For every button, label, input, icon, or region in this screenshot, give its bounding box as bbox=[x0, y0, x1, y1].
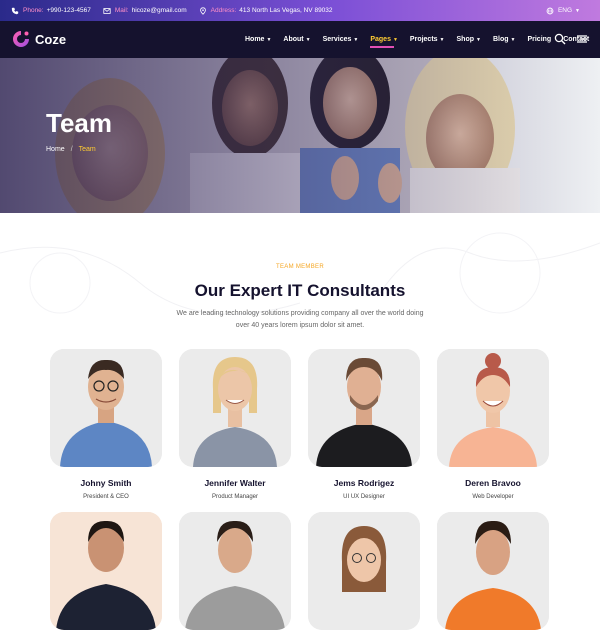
breadcrumb-current: Team bbox=[78, 146, 96, 153]
address-info: Address: 413 North Las Vegas, NV 89032 bbox=[199, 6, 333, 15]
chevron-down-icon: ▼ bbox=[476, 36, 481, 43]
phone-icon bbox=[11, 7, 19, 14]
header-actions bbox=[544, 33, 588, 45]
language-value: ENG bbox=[557, 7, 573, 14]
search-icon[interactable] bbox=[554, 33, 566, 45]
nav-about-label: About bbox=[283, 36, 304, 43]
team-member-photo bbox=[308, 349, 420, 467]
nav-projects-label: Projects bbox=[409, 36, 438, 43]
logo-mark-icon bbox=[13, 31, 29, 47]
team-photo[interactable] bbox=[437, 512, 549, 630]
team-photo[interactable] bbox=[308, 349, 420, 467]
chevron-down-icon: ▼ bbox=[575, 7, 580, 14]
team-photo[interactable] bbox=[179, 512, 291, 630]
chevron-down-icon: ▼ bbox=[392, 36, 398, 43]
mail-label: Mail: bbox=[114, 7, 129, 14]
nav-services[interactable]: Services ▼ bbox=[323, 36, 359, 43]
nav-pages[interactable]: Pages ▼ bbox=[370, 36, 398, 48]
chevron-down-icon: ▼ bbox=[439, 36, 445, 43]
logo-text: Coze bbox=[35, 31, 67, 47]
nav-about[interactable]: About ▼ bbox=[283, 36, 310, 43]
team-member-role: UI UX Designer bbox=[343, 494, 385, 500]
site-logo[interactable]: Coze bbox=[11, 29, 66, 49]
team-member-role: President & CEO bbox=[83, 494, 129, 500]
team-photo[interactable] bbox=[437, 349, 549, 467]
phone-label: Phone: bbox=[23, 7, 44, 14]
menu-icon[interactable] bbox=[576, 33, 588, 45]
team-member-name[interactable]: Johny Smith bbox=[50, 478, 162, 488]
main-header: Coze Home ▼ About ▼ Services ▼ Pages ▼ Proje… bbox=[0, 21, 600, 58]
team-member-role: Web Developer bbox=[472, 494, 514, 500]
section-tag: TEAM MEMBER bbox=[276, 264, 324, 270]
mail-icon bbox=[103, 7, 111, 14]
phone-info[interactable]: Phone: +990-123-4567 bbox=[11, 7, 91, 15]
chevron-down-icon: ▼ bbox=[305, 36, 311, 43]
team-member-photo bbox=[50, 512, 162, 630]
team-member-name[interactable]: Jems Rodrigez bbox=[308, 478, 420, 488]
team-member-photo bbox=[179, 349, 291, 467]
team-member-photo bbox=[437, 512, 549, 630]
breadcrumb-separator: / bbox=[70, 146, 73, 153]
top-info-bar: Phone: +990-123-4567 Mail: hicoze@gmail.… bbox=[0, 0, 600, 21]
chevron-down-icon: ▼ bbox=[510, 36, 516, 43]
mail-info[interactable]: Mail: hicoze@gmail.com bbox=[103, 7, 187, 15]
phone-value: +990-123-4567 bbox=[46, 7, 91, 14]
location-pin-icon bbox=[199, 6, 206, 15]
breadcrumb-home[interactable]: Home bbox=[46, 146, 65, 153]
nav-shop-label: Shop bbox=[456, 36, 475, 43]
nav-shop[interactable]: Shop ▼ bbox=[457, 36, 481, 43]
nav-projects[interactable]: Projects ▼ bbox=[410, 36, 445, 43]
team-photo[interactable] bbox=[179, 349, 291, 467]
nav-services-label: Services bbox=[322, 36, 352, 43]
nav-home-label: Home bbox=[245, 36, 265, 43]
nav-blog-label: Blog bbox=[492, 36, 509, 43]
team-member-photo bbox=[308, 512, 420, 630]
section-title: Our Expert IT Consultants bbox=[194, 281, 406, 300]
team-member-photo bbox=[437, 349, 549, 467]
address-label: Address: bbox=[210, 7, 237, 14]
page-title: Team bbox=[46, 108, 112, 138]
team-photo[interactable] bbox=[50, 349, 162, 467]
team-photo[interactable] bbox=[308, 512, 420, 630]
globe-icon bbox=[546, 7, 554, 14]
nav-pages-label: Pages bbox=[370, 36, 391, 43]
section-description: We are leading technology solutions prov… bbox=[176, 310, 424, 329]
breadcrumb: Home / Team bbox=[46, 146, 96, 153]
nav-blog[interactable]: Blog ▼ bbox=[493, 36, 516, 43]
chevron-down-icon: ▼ bbox=[266, 36, 272, 43]
team-member-photo bbox=[50, 349, 162, 467]
hero-banner: Team Home / Team bbox=[0, 58, 600, 213]
address-value: 413 North Las Vegas, NV 89032 bbox=[239, 7, 333, 14]
nav-home[interactable]: Home ▼ bbox=[245, 36, 271, 43]
chevron-down-icon: ▼ bbox=[353, 36, 359, 43]
team-member-name[interactable]: Deren Bravoo bbox=[437, 478, 549, 488]
language-selector[interactable]: ENG ▼ bbox=[546, 0, 580, 21]
team-member-photo bbox=[179, 512, 291, 630]
mail-value: hicoze@gmail.com bbox=[131, 7, 187, 14]
team-member-role: Product Manager bbox=[211, 494, 259, 500]
team-photo[interactable] bbox=[50, 512, 162, 630]
team-member-name[interactable]: Jennifer Walter bbox=[179, 478, 291, 488]
